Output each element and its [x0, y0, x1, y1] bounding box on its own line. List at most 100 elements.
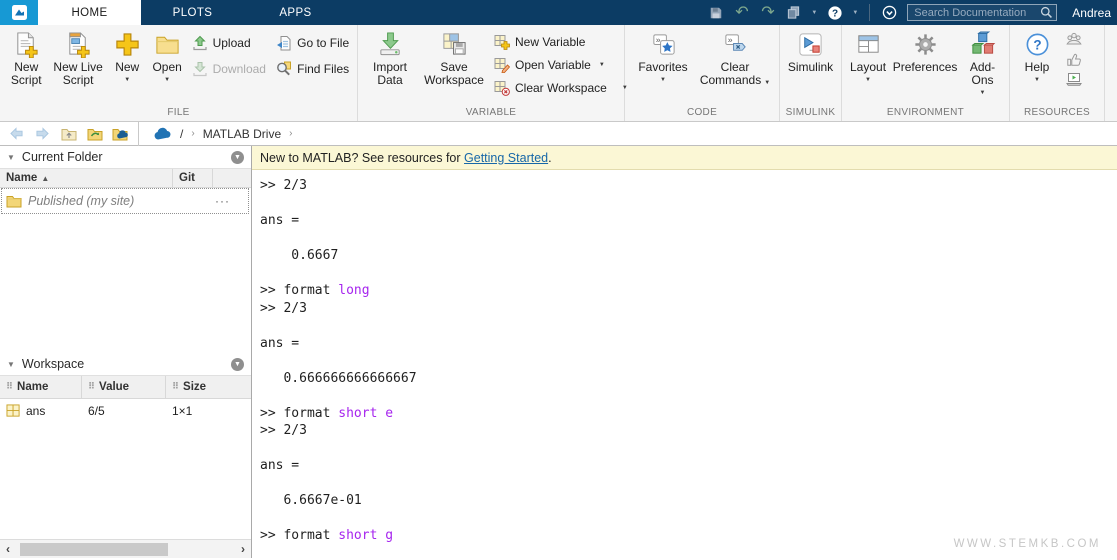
undo-icon[interactable]: ↶	[733, 4, 750, 21]
chevron-down-icon[interactable]: ▼	[811, 10, 817, 16]
column-header-name[interactable]: ⠿ Name	[0, 376, 82, 398]
column-header-value[interactable]: ⠿ Value	[82, 376, 166, 398]
matlab-logo-icon	[11, 5, 27, 20]
notification-bar: New to MATLAB? See resources for Getting…	[252, 146, 1117, 170]
go-to-file-button[interactable]: Go to File	[276, 34, 351, 51]
console-line: 6.6667e-01	[260, 493, 362, 508]
chevron-down-icon[interactable]: ▼	[852, 10, 858, 16]
clear-workspace-button[interactable]: Clear Workspace ▼	[494, 79, 628, 96]
folder-row-published[interactable]: Published (my site) ···	[1, 188, 249, 214]
collapse-icon[interactable]: ▼	[7, 153, 15, 162]
chevron-down-icon: ▼	[124, 77, 131, 83]
folder-up-icon[interactable]	[60, 126, 77, 142]
help-circle-icon[interactable]: ?	[826, 4, 843, 21]
save-icon[interactable]	[707, 4, 724, 21]
tab-plots[interactable]: PLOTS	[141, 0, 244, 25]
drag-handle-icon[interactable]: ⠿	[6, 382, 13, 392]
panel-title: Current Folder	[21, 150, 103, 164]
window-layers-icon[interactable]	[785, 4, 802, 21]
drag-handle-icon[interactable]: ⠿	[172, 382, 179, 392]
new-button[interactable]: New ▼	[108, 27, 147, 84]
scroll-right-icon[interactable]: ›	[235, 542, 251, 556]
console-line: 0.666666666666667	[260, 370, 417, 386]
collapse-icon[interactable]: ▼	[7, 360, 15, 369]
community-icon[interactable]	[1066, 31, 1082, 47]
redo-icon[interactable]: ↷	[759, 4, 776, 21]
panel-menu-icon[interactable]: ▼	[231, 150, 244, 164]
download-button[interactable]: Download	[192, 60, 271, 77]
toolbar-collapse-icon[interactable]	[881, 4, 898, 21]
chevron-down-icon: ▼	[1034, 77, 1040, 83]
import-data-button[interactable]: Import Data	[362, 27, 418, 87]
matlab-drive-cloud-icon[interactable]	[153, 127, 172, 141]
column-header-size[interactable]: ⠿ Size	[166, 376, 251, 398]
matlab-logo[interactable]	[0, 0, 38, 25]
learn-matlab-icon[interactable]	[1066, 71, 1082, 87]
column-header-git[interactable]: Git	[173, 169, 213, 187]
thumbs-up-icon[interactable]	[1066, 51, 1082, 67]
tab-apps[interactable]: APPS	[244, 0, 347, 25]
help-button[interactable]: ? Help ▼	[1014, 27, 1060, 84]
row-menu-icon[interactable]: ···	[215, 194, 244, 208]
console-line: ans =	[260, 213, 300, 228]
panel-menu-icon[interactable]: ▼	[231, 357, 244, 371]
watermark: WWW.STEMKB.COM	[953, 538, 1101, 550]
simulink-button[interactable]: Simulink	[784, 27, 837, 74]
folder-cloud-icon[interactable]	[112, 126, 129, 142]
breadcrumb-item-matlab-drive[interactable]: MATLAB Drive	[203, 127, 281, 141]
breadcrumb-root[interactable]: /	[180, 127, 183, 141]
chevron-down-icon: ▼	[164, 77, 171, 83]
simulink-icon	[797, 30, 824, 59]
ribbon-section-code: » Favorites ▼ » Clear Commands ▼ CODE	[625, 25, 780, 121]
user-account[interactable]: Andrea	[1066, 6, 1113, 20]
search-documentation-input[interactable]	[914, 6, 1041, 19]
workspace-row-ans[interactable]: ans 6/5 1×1	[0, 399, 251, 423]
open-variable-button[interactable]: Open Variable ▼	[494, 56, 618, 73]
scrollbar-track[interactable]	[16, 540, 235, 558]
back-icon[interactable]	[8, 126, 25, 142]
scroll-left-icon[interactable]: ‹	[0, 542, 16, 556]
section-label-code: CODE	[686, 107, 718, 118]
find-files-button[interactable]: Find Files	[276, 60, 351, 77]
ribbon-section-simulink: Simulink SIMULINK	[780, 25, 842, 121]
favorites-button[interactable]: » Favorites ▼	[630, 27, 696, 84]
column-header-blank[interactable]	[213, 169, 251, 187]
upload-button[interactable]: Upload	[192, 34, 271, 51]
add-ons-icon	[969, 30, 996, 59]
layout-button[interactable]: Layout ▼	[846, 27, 890, 84]
getting-started-link[interactable]: Getting Started	[464, 151, 548, 165]
new-script-button[interactable]: New Script	[4, 27, 49, 87]
save-workspace-button[interactable]: Save Workspace	[418, 27, 490, 87]
folder-refresh-icon[interactable]	[86, 126, 103, 142]
column-header-name[interactable]: Name ▲	[0, 169, 173, 187]
horizontal-scrollbar: ‹ ›	[0, 539, 251, 558]
ribbon-toolbar: New Script New Live Script New ▼ Open ▼ …	[0, 25, 1117, 122]
open-variable-icon	[494, 57, 510, 73]
preferences-button[interactable]: Preferences	[890, 27, 960, 74]
command-window[interactable]: New to MATLAB? See resources for Getting…	[252, 146, 1117, 558]
download-icon	[192, 61, 207, 76]
console-output[interactable]: >> 2/3 ans = 0.6667 >> format long >> 2/3…	[252, 170, 1117, 552]
clear-commands-button[interactable]: » Clear Commands ▼	[696, 27, 774, 90]
new-live-script-icon	[65, 30, 92, 59]
drag-handle-icon[interactable]: ⠿	[88, 382, 95, 392]
console-line: >> format long	[260, 283, 370, 298]
forward-icon[interactable]	[34, 126, 51, 142]
search-icon[interactable]	[1040, 6, 1053, 19]
current-folder-body[interactable]: Published (my site) ···	[0, 188, 251, 353]
new-live-script-button[interactable]: New Live Script	[49, 27, 108, 87]
ribbon-section-file: New Script New Live Script New ▼ Open ▼ …	[0, 25, 358, 121]
add-ons-button[interactable]: Add-Ons ▼	[960, 27, 1005, 97]
scrollbar-thumb[interactable]	[20, 543, 168, 556]
workspace-body[interactable]: ans 6/5 1×1	[0, 399, 251, 539]
new-variable-button[interactable]: New Variable	[494, 33, 618, 50]
help-icon: ?	[1024, 30, 1051, 59]
tab-home[interactable]: HOME	[38, 0, 141, 25]
open-button[interactable]: Open ▼	[147, 27, 188, 84]
console-line: ans =	[260, 458, 300, 473]
new-script-icon	[13, 30, 40, 59]
